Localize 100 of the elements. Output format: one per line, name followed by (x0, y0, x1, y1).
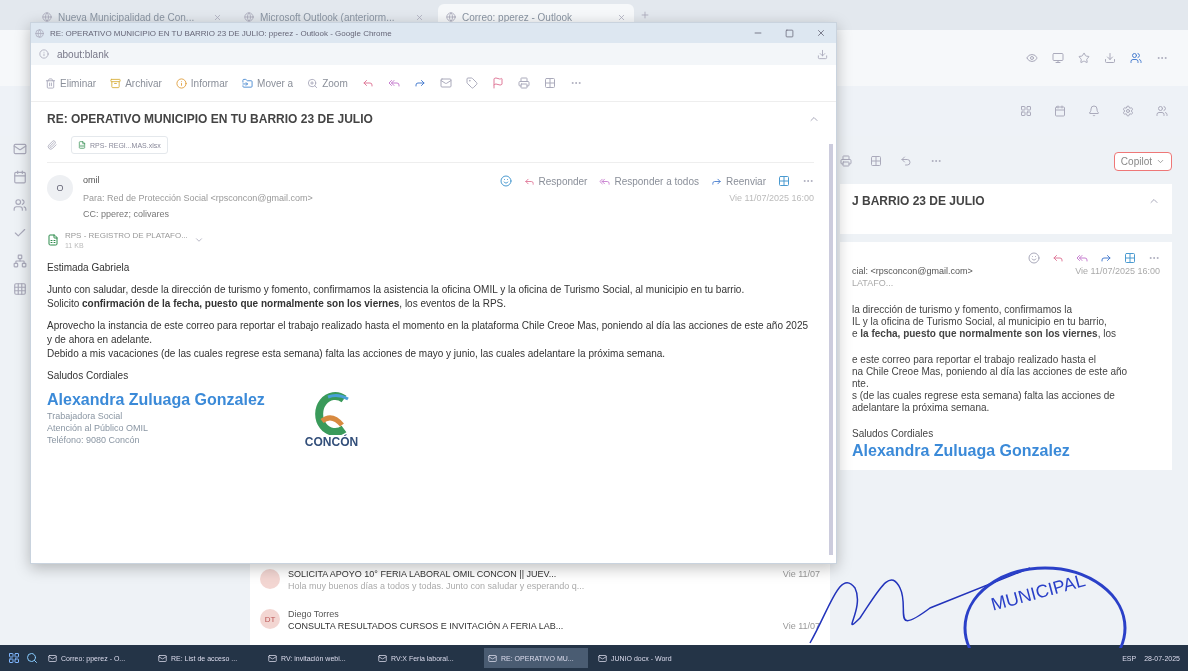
reply-icon (1052, 252, 1064, 264)
tag-icon (465, 77, 478, 89)
close-icon (617, 12, 626, 22)
cc-text: CC: pperez; colivares (83, 209, 171, 219)
account-icon (1156, 105, 1168, 117)
grid-icon (778, 175, 790, 187)
browser-tab[interactable]: Microsoft Outlook (anteriorm... (236, 4, 432, 30)
trash-icon (45, 77, 56, 89)
search-icon (26, 652, 38, 664)
copilot-button[interactable]: Copilot (1113, 151, 1172, 171)
logo-icon (313, 391, 350, 435)
app-icon (268, 653, 277, 663)
reply-icon (361, 77, 374, 89)
signature-line: Trabajadora Social (47, 411, 124, 421)
download-icon (1104, 52, 1116, 64)
zoom-icon (307, 77, 319, 89)
bell-icon (1088, 105, 1100, 117)
body-line: la dirección de turismo y fomento, confirmamos la (852, 304, 1074, 316)
mail-icon (13, 142, 27, 156)
globe-icon (446, 12, 456, 22)
recipient-text: cial: <rpsconcon@gmail.com> (852, 266, 973, 276)
reply-all-icon (387, 77, 400, 89)
body-line: s (de las cuales regrese esta semana) falta las acciones de (852, 390, 1116, 402)
folder-icon (242, 77, 254, 89)
toolbar-button[interactable]: Eliminar (45, 77, 97, 89)
check-icon (13, 226, 27, 240)
avatar: DT (260, 609, 280, 629)
app-icon (158, 653, 167, 663)
eye-icon (1026, 52, 1038, 64)
chrome-icon (35, 28, 44, 38)
email-date: Vie 11/07/2025 16:00 (729, 193, 814, 203)
maximize-icon (785, 28, 794, 38)
body-text: Junto con saludar, desde la dirección de turismo y fomento, confirmamos la asistencia la oficina OMIL y la oficina de Turismo Social, al municipio en tu barrio. (47, 283, 746, 297)
people-icon (13, 198, 27, 212)
globe-icon (42, 12, 52, 22)
chevron-icon (193, 235, 204, 245)
toolbar-button[interactable]: Mover a (242, 77, 294, 89)
emoji-icon (1028, 252, 1040, 264)
closing-text: Saludos Cordiales (852, 428, 935, 440)
message-item[interactable]: SOLICITA APOYO 10° FERIA LABORAL OMIL CONCON || JUEV... Vie 11/07 Hola muy buenos días a todos y todas. Junto con saludar y esperando q... (250, 565, 830, 605)
star-icon (1078, 52, 1090, 64)
signature-name: Alexandra Zuluaga Gonzalez (852, 442, 1071, 460)
close-icon (213, 12, 222, 22)
forward-icon (1100, 252, 1112, 264)
forward-icon (413, 77, 426, 89)
action-button[interactable]: Responder (523, 175, 588, 187)
avatar-circle (260, 569, 280, 589)
body-text: Solicito confirmación de la fecha, puesto que normalmente son los viernes, los eventos de la RPS. (47, 297, 508, 311)
recipient-text: Para: Red de Protección Social <rpsconcon@gmail.com> (83, 193, 313, 203)
body-text: Aprovecho la instancia de este correo para reportar el trabajo realizado hasta el momento en la plataforma Chile Creoe Mas, poniendo al día las acciones de este año 2025 y de ahora en adelante. (47, 319, 809, 347)
reply-all-icon (1076, 252, 1088, 264)
email-subject: J BARRIO 23 DE JULIO (852, 194, 985, 208)
toolbar-button[interactable]: Zoom (307, 77, 348, 89)
avatar: O (47, 175, 73, 201)
address-field[interactable]: about:blank (57, 48, 109, 60)
email-subject: RE: OPERATIVO MUNICIPIO EN TU BARRIO 23 DE JULIO (47, 112, 373, 126)
apps-icon (1020, 105, 1032, 117)
print-icon (517, 77, 530, 89)
paperclip-icon (47, 140, 57, 150)
flag-icon (491, 77, 504, 89)
app-icon (378, 653, 387, 663)
body-line: IL y la oficina de Turismo Social, al municipio en tu barrio, (852, 316, 1108, 328)
toolbar-button[interactable]: Archivar (110, 77, 162, 89)
calendar-icon (1054, 105, 1066, 117)
monitor-icon (1052, 52, 1064, 64)
spreadsheet-icon (47, 234, 59, 246)
message-subject: SOLICITA APOYO 10° FERIA LABORAL OMIL CONCON || JUEV... (288, 569, 557, 579)
grid-icon (1124, 252, 1136, 264)
closing-text: Saludos Cordiales (47, 369, 130, 383)
close-icon (415, 12, 424, 22)
toolbar-button[interactable]: Informar (175, 77, 229, 89)
sender-name: Diego Torres (288, 609, 340, 619)
browser-tab[interactable]: Nueva Municipalidad de Con... (34, 4, 230, 30)
signature-line: Atención al Público OMIL (47, 423, 150, 433)
app-icon (48, 653, 57, 663)
action-button[interactable]: Reenviar (710, 175, 766, 187)
signature-line: Teléfono: 9080 Concón (47, 435, 141, 445)
calendar-icon (13, 170, 27, 184)
close-icon (816, 28, 826, 38)
network-icon (13, 254, 27, 268)
envelope-icon (439, 77, 452, 89)
windows-icon (8, 652, 20, 664)
body-line: e este correo para reportar el trabajo realizado hasta el (852, 354, 1098, 366)
emoji-icon (499, 175, 512, 187)
action-button[interactable]: Responder a todos (599, 175, 699, 187)
add-tab-icon (640, 10, 650, 20)
greeting-text: Estimada Gabriela (47, 261, 131, 275)
body-line: na Chile Creoe Mas, poniendo al día las acciones de este año (852, 366, 1129, 378)
grid-icon (543, 77, 556, 89)
body-line: nte. (852, 378, 870, 390)
sender-name: omil (83, 175, 100, 187)
message-preview: Hola muy buenos días a todos y todas. Junto con saludar y esperando q... (288, 581, 586, 591)
archive-icon (110, 77, 122, 89)
email-date: Vie 11/07/2025 16:00 (1075, 266, 1160, 276)
spreadsheet-icon (78, 141, 86, 149)
info-icon (175, 77, 187, 89)
download-icon (817, 48, 828, 60)
app-icon (488, 653, 497, 663)
print-icon (840, 155, 852, 167)
grid-icon (870, 155, 882, 167)
